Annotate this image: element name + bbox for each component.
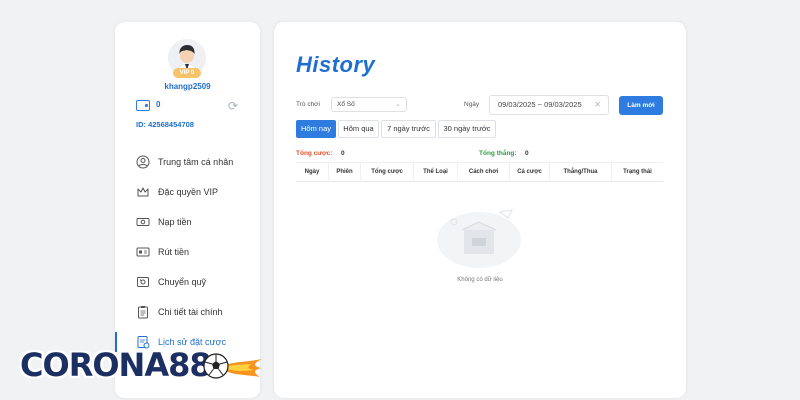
refresh-button[interactable]: Làm mới (619, 96, 663, 115)
sidebar-item-label: Trung tâm cá nhân (158, 157, 234, 167)
game-select[interactable]: Xổ Số ⌄ (331, 97, 407, 112)
column-header: Trạng thái (623, 169, 652, 175)
sidebar-item-label: Chi tiết tài chính (158, 307, 223, 317)
sidebar-item-label: Đặc quyền VIP (158, 187, 219, 197)
clipboard-icon (136, 305, 150, 319)
history-panel: History Trò chơi Xổ Số ⌄ Ngày 09/03/2025… (274, 22, 686, 398)
column-header: Cá cược (510, 163, 550, 182)
brand-logo-text: CORONA88 (20, 346, 212, 384)
game-filter-label: Trò chơi (296, 101, 320, 108)
history-table-header: Ngày Phiên Tổng cược Thể Loại Cách chơi … (296, 162, 663, 182)
date-range-picker[interactable]: 09/03/2025 ~ 09/03/2025 ✕ (489, 95, 609, 115)
column-header: Cách chơi (458, 163, 510, 182)
balance-value: 0 (156, 100, 161, 109)
quick-range-7-days[interactable]: 7 ngày trước (381, 120, 436, 138)
column-header: Thắng/Thua (550, 163, 612, 182)
soccer-ball-icon (203, 353, 229, 379)
sidebar-item-withdraw[interactable]: Rút tiền (115, 237, 260, 267)
column-header: Thể Loại (414, 163, 458, 182)
card-icon (136, 245, 150, 259)
total-win-label: Tổng thắng: (479, 150, 517, 157)
sidebar-item-label: Rút tiền (158, 247, 190, 257)
page-title: History (296, 52, 376, 77)
total-win-value: 0 (525, 150, 529, 157)
game-select-value: Xổ Số (337, 101, 355, 108)
chevron-down-icon: ⌄ (395, 101, 401, 108)
empty-box-icon (437, 209, 521, 268)
quick-range-30-days[interactable]: 30 ngày trước (438, 120, 496, 138)
total-bet-value: 0 (341, 150, 345, 157)
empty-state-text: Không có dữ liệu (457, 277, 503, 283)
user-circle-icon (136, 155, 150, 169)
sidebar-item-label: Chuyển quỹ (158, 277, 207, 287)
balance-row: 0 ⟳ (136, 99, 240, 113)
refresh-balance-icon[interactable]: ⟳ (226, 99, 240, 113)
sidebar-item-deposit[interactable]: Nạp tiền (115, 207, 260, 237)
brand-logo: CORONA88 (20, 345, 262, 385)
sidebar-item-finance-details[interactable]: Chi tiết tài chính (115, 297, 260, 327)
column-header: Ngày (296, 163, 329, 182)
cash-icon (136, 215, 150, 229)
crown-icon (136, 185, 150, 199)
username: khangp2509 (164, 82, 211, 91)
quick-range-yesterday[interactable]: Hôm qua (338, 120, 379, 138)
vip-badge: VIP 0 (173, 68, 201, 78)
sidebar-item-transfer[interactable]: Chuyển quỹ (115, 267, 260, 297)
date-filter-label: Ngày (464, 101, 480, 108)
total-bet-label: Tổng cược: (296, 150, 333, 157)
quick-range-today[interactable]: Hôm nay (296, 120, 336, 138)
wallet-icon (136, 100, 150, 111)
column-header: Phiên (329, 163, 361, 182)
clear-date-icon[interactable]: ✕ (594, 96, 601, 114)
account-sidebar: VIP 0 khangp2509 0 ⟳ ID: 42568454708 Tru… (115, 22, 260, 398)
column-header: Tổng cược (361, 163, 414, 182)
date-range-value: 09/03/2025 ~ 09/03/2025 (498, 100, 582, 109)
sidebar-item-personal-center[interactable]: Trung tâm cá nhân (115, 147, 260, 177)
sidebar-menu: Trung tâm cá nhân Đặc quyền VIP Nạp tiền… (115, 147, 260, 357)
sidebar-item-vip[interactable]: Đặc quyền VIP (115, 177, 260, 207)
transfer-icon (136, 275, 150, 289)
user-id: ID: 42568454708 (136, 120, 194, 129)
sidebar-item-label: Nạp tiền (158, 217, 192, 227)
